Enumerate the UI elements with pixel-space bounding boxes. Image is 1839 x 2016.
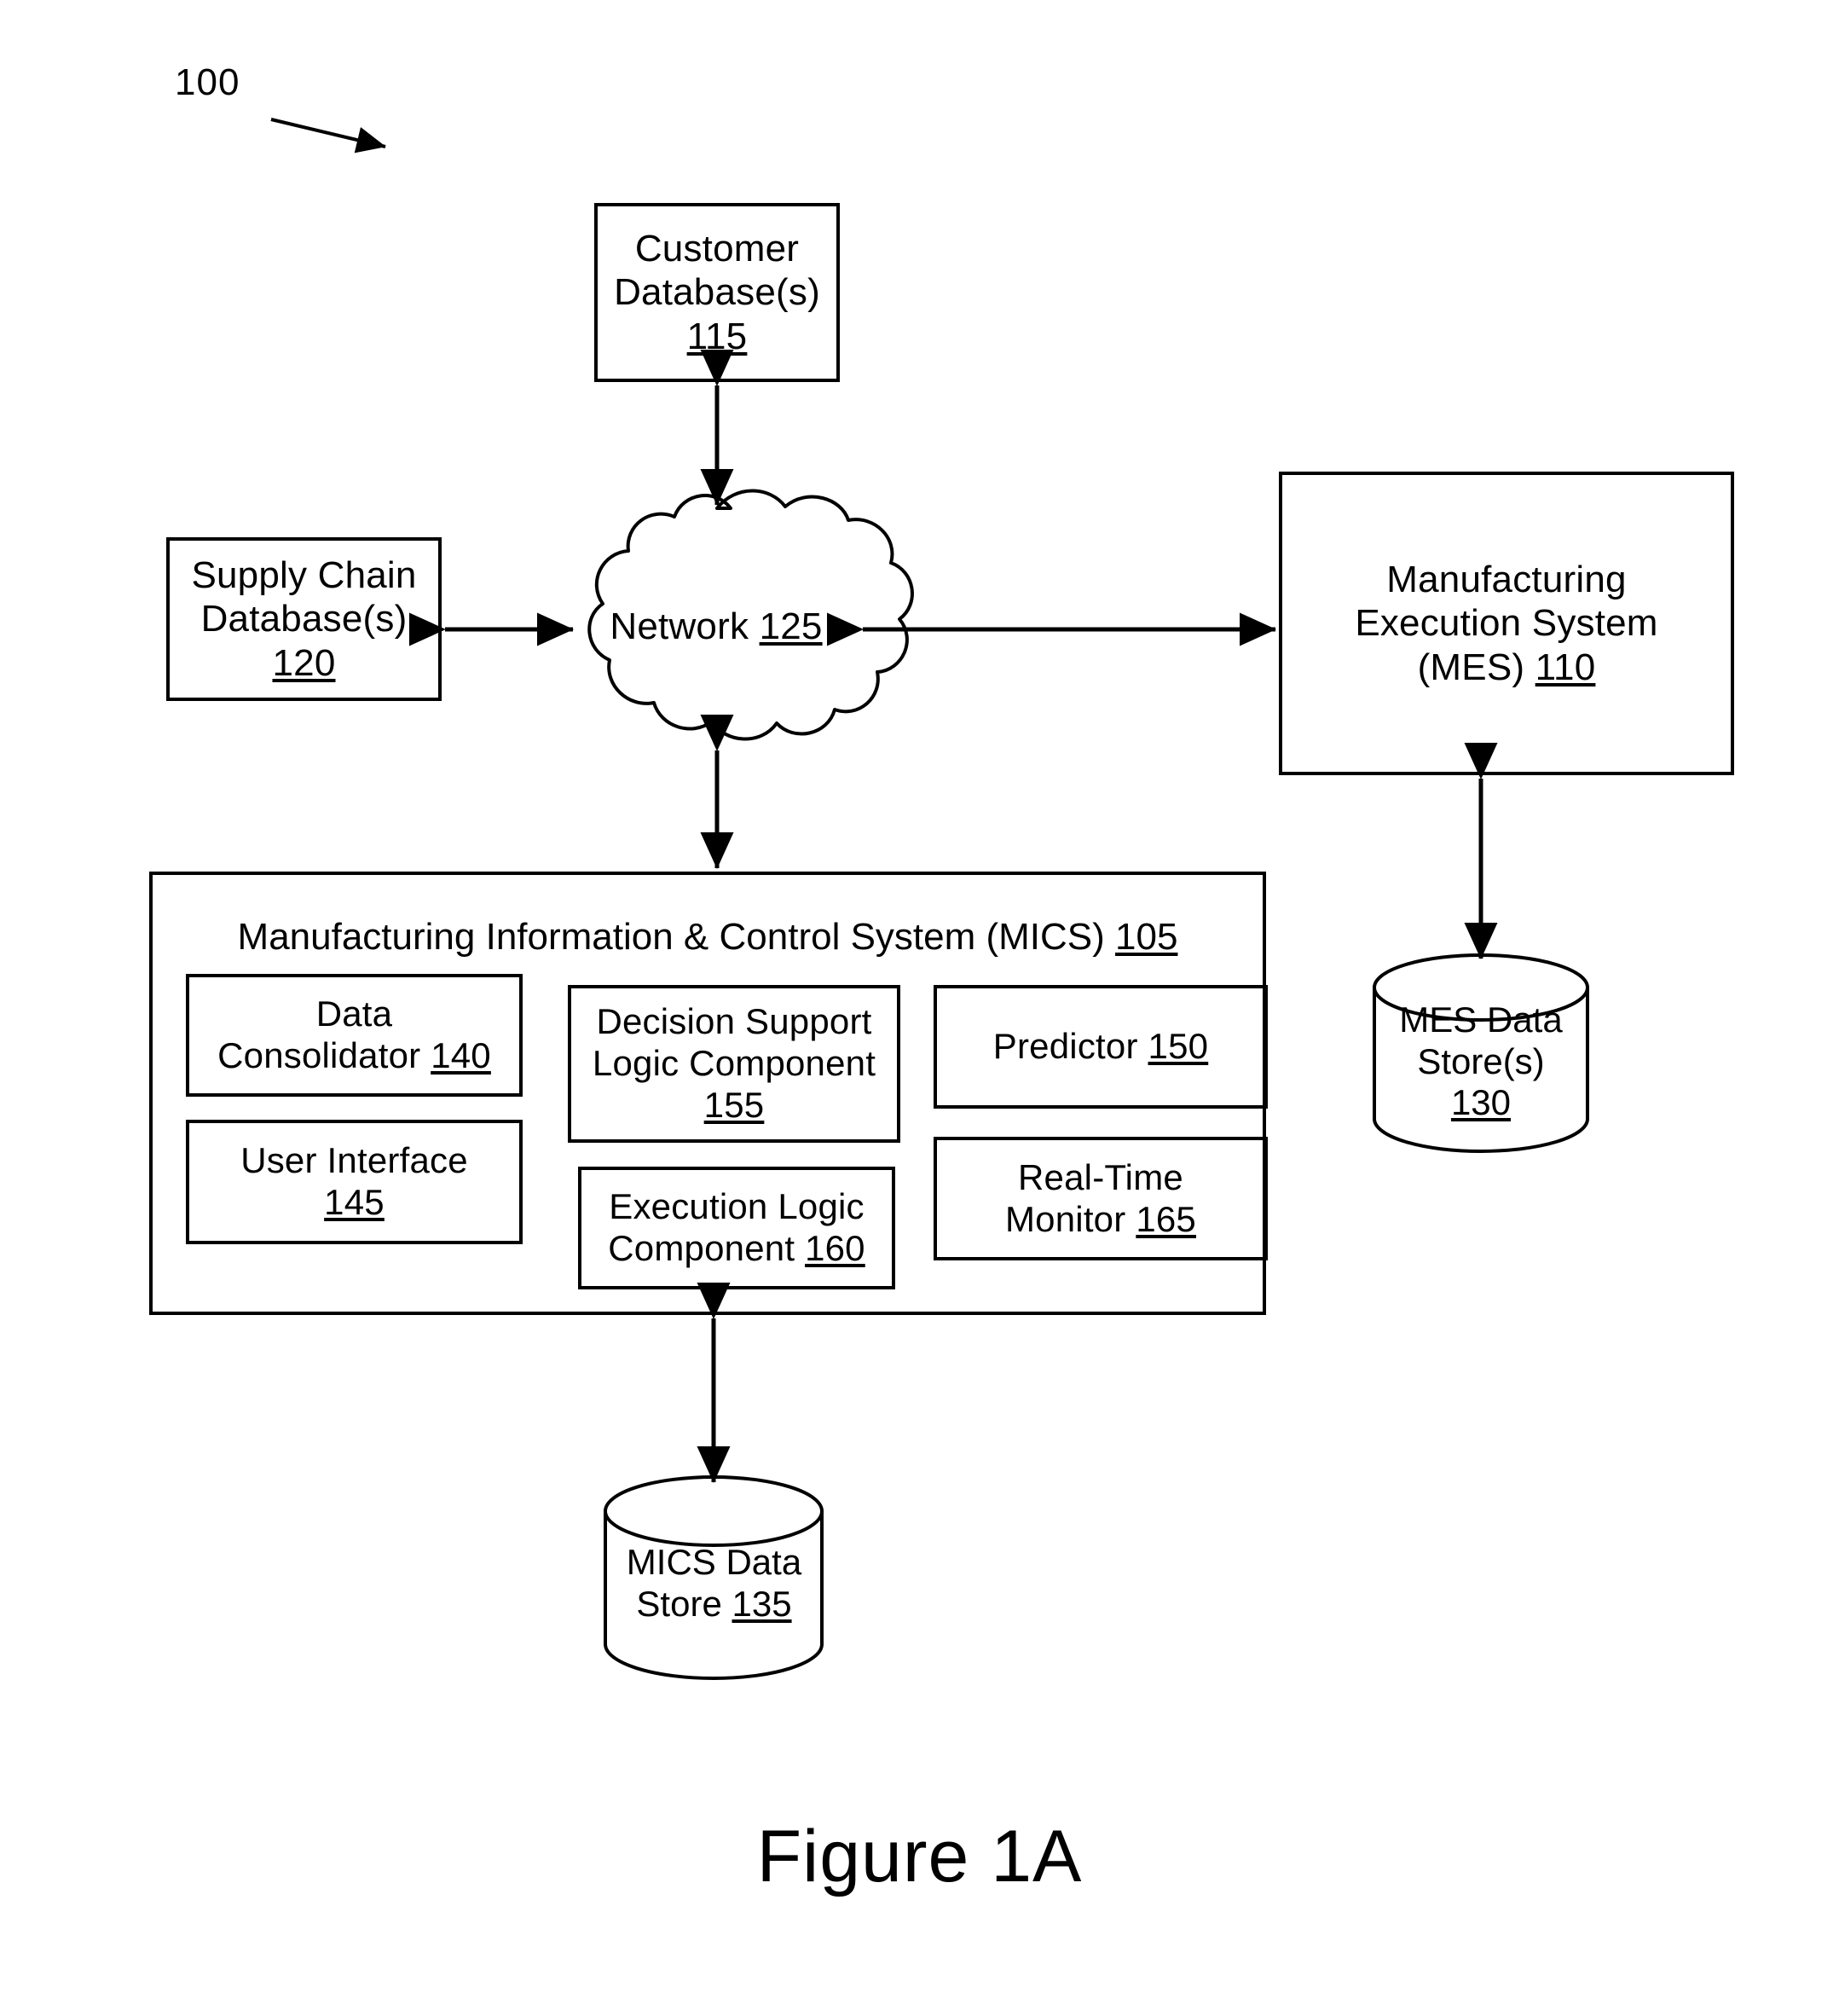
data-consolidator-box[interactable]: Data Consolidator 140 [186, 974, 523, 1097]
real-time-monitor-label: Real-Time Monitor 165 [1004, 1156, 1196, 1239]
network-cloud[interactable]: Network 125 [558, 499, 874, 755]
predictor-ref: 150 [1148, 1026, 1209, 1067]
execution-logic-ref: 160 [805, 1228, 865, 1268]
data-consolidator-label: Data Consolidator 140 [217, 994, 491, 1075]
figure-reference-numeral: 100 [175, 61, 240, 103]
decision-support-logic-label: Decision Support Logic Component 155 [592, 1001, 876, 1125]
decision-support-logic-box[interactable]: Decision Support Logic Component 155 [568, 985, 900, 1143]
real-time-monitor-ref: 165 [1136, 1198, 1196, 1239]
mics-datastore-label: MICS Data Store 135 [626, 1542, 802, 1624]
mics-title: Manufacturing Information & Control Syst… [237, 916, 1178, 958]
predictor-label: Predictor 150 [992, 1026, 1209, 1067]
mics-ref: 105 [1115, 916, 1178, 958]
supply-chain-database-label: Supply Chain Database(s) 120 [191, 554, 417, 684]
manufacturing-execution-system-box[interactable]: Manufacturing Execution System (MES) 110 [1279, 472, 1734, 775]
execution-logic-box[interactable]: Execution Logic Component 160 [578, 1167, 895, 1289]
predictor-box[interactable]: Predictor 150 [934, 985, 1268, 1109]
real-time-monitor-box[interactable]: Real-Time Monitor 165 [934, 1137, 1268, 1260]
supply-chain-database-box[interactable]: Supply Chain Database(s) 120 [166, 537, 442, 701]
network-ref: 125 [759, 605, 823, 648]
network-label: Network 125 [610, 605, 823, 648]
customer-database-label: Customer Database(s) 115 [614, 228, 820, 357]
supply-chain-database-ref: 120 [272, 641, 336, 684]
mes-datastore-ref: 130 [1450, 1082, 1512, 1123]
user-interface-label: User Interface 145 [240, 1140, 468, 1222]
execution-logic-label: Execution Logic Component 160 [608, 1186, 865, 1268]
customer-database-box[interactable]: Customer Database(s) 115 [594, 203, 840, 382]
patent-figure-1a: 100 Customer Database(s) 115 Supply Chai… [0, 0, 1839, 2016]
mics-datastore-cylinder[interactable]: MICS Data Store 135 [605, 1475, 823, 1676]
mics-datastore-ref: 135 [732, 1583, 792, 1624]
user-interface-box[interactable]: User Interface 145 [186, 1120, 523, 1244]
mes-ref: 110 [1535, 646, 1596, 688]
user-interface-ref: 145 [324, 1182, 385, 1222]
decision-support-logic-ref: 155 [703, 1084, 765, 1125]
mes-label: Manufacturing Execution System (MES) 110 [1355, 559, 1658, 688]
leader-arrow-100 [270, 118, 386, 154]
data-consolidator-ref: 140 [431, 1035, 491, 1075]
figure-caption: Figure 1A [756, 1816, 1083, 1897]
customer-database-ref: 115 [686, 315, 748, 357]
mes-datastore-cylinder[interactable]: MES Data Store(s) 130 [1374, 955, 1587, 1151]
mes-datastore-label: MES Data Store(s) 130 [1399, 999, 1563, 1123]
